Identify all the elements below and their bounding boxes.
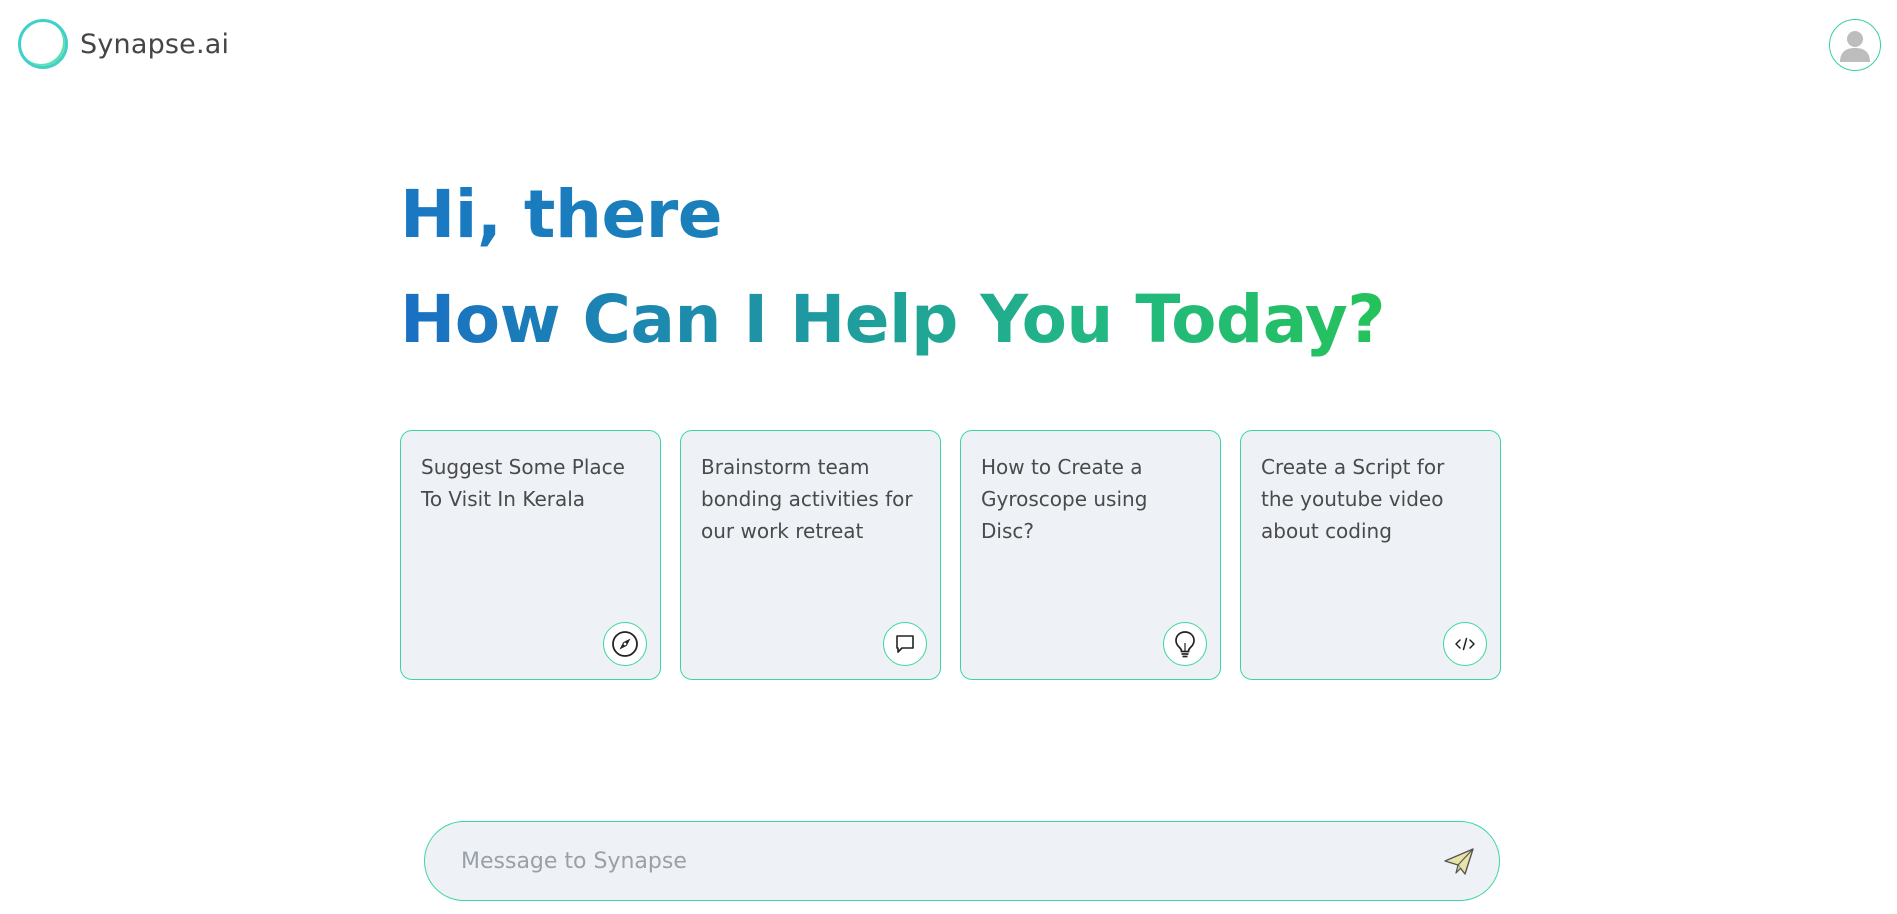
lightbulb-icon xyxy=(1163,622,1207,666)
message-input[interactable] xyxy=(461,822,1401,900)
suggestion-cards: Suggest Some Place To Visit In Kerala Br… xyxy=(400,430,1501,680)
suggestion-card-kerala[interactable]: Suggest Some Place To Visit In Kerala xyxy=(400,430,661,680)
suggestion-card-gyroscope[interactable]: How to Create a Gyroscope using Disc? xyxy=(960,430,1221,680)
top-bar: Synapse.ai xyxy=(0,0,1897,90)
send-button[interactable] xyxy=(1441,844,1477,880)
user-avatar[interactable] xyxy=(1829,19,1881,71)
compass-icon xyxy=(603,622,647,666)
greeting: Hi, there How Can I Help You Today? xyxy=(400,170,1386,380)
suggestion-card-script[interactable]: Create a Script for the youtube video ab… xyxy=(1240,430,1501,680)
logo[interactable]: Synapse.ai xyxy=(18,19,229,69)
user-icon xyxy=(1840,31,1870,62)
logo-ring-icon xyxy=(18,19,68,69)
suggestion-card-brainstorm[interactable]: Brainstorm team bonding activities for o… xyxy=(680,430,941,680)
chat-bubble-icon xyxy=(883,622,927,666)
code-icon xyxy=(1443,622,1487,666)
suggestion-text: Suggest Some Place To Visit In Kerala xyxy=(421,455,625,511)
greeting-subtitle: How Can I Help You Today? xyxy=(400,260,1386,380)
suggestion-text: Brainstorm team bonding activities for o… xyxy=(701,455,913,543)
suggestion-text: How to Create a Gyroscope using Disc? xyxy=(981,455,1148,543)
suggestion-text: Create a Script for the youtube video ab… xyxy=(1261,455,1445,543)
greeting-title: Hi, there xyxy=(400,170,1385,260)
message-composer xyxy=(424,821,1500,901)
app-name: Synapse.ai xyxy=(80,28,230,60)
send-icon xyxy=(1444,848,1474,875)
